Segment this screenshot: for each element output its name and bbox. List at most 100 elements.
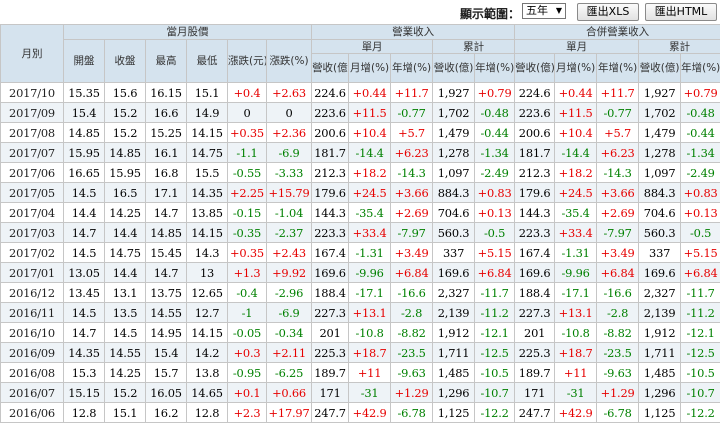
table-cell: 14.55 <box>146 303 187 323</box>
table-cell: +3.49 <box>391 243 433 263</box>
table-cell: +15.79 <box>267 183 312 203</box>
table-cell: -8.82 <box>597 323 639 343</box>
table-cell: 337 <box>433 243 475 263</box>
table-cell: 169.6 <box>312 263 349 283</box>
table-cell: +3.49 <box>597 243 639 263</box>
table-cell: 15.3 <box>64 363 105 383</box>
table-cell: 15.4 <box>146 343 187 363</box>
table-cell: +3.66 <box>391 183 433 203</box>
table-cell: 884.3 <box>433 183 475 203</box>
month-cell: 2017/10 <box>1 83 64 103</box>
table-cell: -23.5 <box>391 343 433 363</box>
table-cell: 14.85 <box>146 223 187 243</box>
table-row: 2017/0915.415.216.614.900223.6+11.5-0.77… <box>1 103 720 123</box>
table-cell: -9.96 <box>349 263 391 283</box>
table-cell: 15.2 <box>105 383 146 403</box>
month-cell: 2016/09 <box>1 343 64 363</box>
table-cell: 14.7 <box>146 203 187 223</box>
table-cell: -0.55 <box>228 163 267 183</box>
header-month: 月別 <box>1 25 64 83</box>
table-cell: 2,327 <box>433 283 475 303</box>
table-cell: 14.2 <box>187 343 228 363</box>
table-cell: +5.15 <box>475 243 515 263</box>
table-cell: 15.2 <box>105 123 146 143</box>
table-cell: 13.75 <box>146 283 187 303</box>
month-cell: 2016/11 <box>1 303 64 323</box>
table-cell: +6.23 <box>597 143 639 163</box>
table-cell: -6.78 <box>597 403 639 423</box>
table-cell: -2.49 <box>681 163 720 183</box>
export-xls-button[interactable]: 匯出XLS <box>577 3 639 21</box>
table-cell: 13.5 <box>105 303 146 323</box>
table-cell: -2.96 <box>267 283 312 303</box>
month-cell: 2017/01 <box>1 263 64 283</box>
range-label: 顯示範圍： <box>460 5 520 22</box>
table-cell: 13.1 <box>105 283 146 303</box>
table-cell: -9.96 <box>555 263 597 283</box>
month-cell: 2017/06 <box>1 163 64 183</box>
table-cell: 171 <box>312 383 349 403</box>
table-cell: 1,711 <box>639 343 681 363</box>
export-html-button[interactable]: 匯出HTML <box>645 3 717 21</box>
table-cell: -1.04 <box>267 203 312 223</box>
table-cell: 167.4 <box>312 243 349 263</box>
table-cell: 14.15 <box>187 323 228 343</box>
table-cell: +5.7 <box>597 123 639 143</box>
table-cell: 14.75 <box>105 243 146 263</box>
header-cumulative: 累計 <box>433 40 515 54</box>
table-cell: -12.2 <box>475 403 515 423</box>
table-cell: +3.66 <box>597 183 639 203</box>
table-cell: -16.6 <box>391 283 433 303</box>
table-cell: +24.5 <box>555 183 597 203</box>
table-cell: 14.9 <box>187 103 228 123</box>
header-c-cum-revenue: 營收(億) <box>639 54 681 83</box>
table-cell: +11 <box>349 363 391 383</box>
monthly-revenue-table: 月別 當月股價 營業收入 合併營業收入 開盤 收盤 最高 最低 漲跌(元) 漲跌… <box>0 24 720 423</box>
table-cell: -0.05 <box>228 323 267 343</box>
table-cell: +24.5 <box>349 183 391 203</box>
table-cell: 15.45 <box>146 243 187 263</box>
table-cell: 337 <box>639 243 681 263</box>
table-cell: 223.3 <box>515 223 555 243</box>
table-cell: -1.1 <box>228 143 267 163</box>
table-cell: 1,912 <box>433 323 475 343</box>
table-cell: +1.29 <box>391 383 433 403</box>
table-cell: 16.2 <box>146 403 187 423</box>
table-cell: 188.4 <box>515 283 555 303</box>
table-cell: -10.5 <box>475 363 515 383</box>
month-cell: 2016/12 <box>1 283 64 303</box>
table-cell: 1,711 <box>433 343 475 363</box>
table-cell: +11 <box>555 363 597 383</box>
table-cell: -14.3 <box>391 163 433 183</box>
table-cell: 13.8 <box>187 363 228 383</box>
table-cell: +18.7 <box>349 343 391 363</box>
table-cell: 14.15 <box>187 123 228 143</box>
table-cell: 1,296 <box>433 383 475 403</box>
table-cell: 15.95 <box>105 163 146 183</box>
header-c-cum-yoy: 年增(%) <box>681 54 720 83</box>
table-cell: 14.65 <box>187 383 228 403</box>
table-cell: +2.63 <box>267 83 312 103</box>
table-cell: +2.43 <box>267 243 312 263</box>
table-cell: 15.1 <box>187 83 228 103</box>
table-cell: 201 <box>312 323 349 343</box>
table-cell: -14.3 <box>597 163 639 183</box>
month-cell: 2017/04 <box>1 203 64 223</box>
table-row: 2017/0214.514.7515.4514.3+0.35+2.43167.4… <box>1 243 720 263</box>
month-cell: 2017/08 <box>1 123 64 143</box>
table-cell: -0.77 <box>597 103 639 123</box>
table-cell: +1.29 <box>597 383 639 403</box>
table-cell: -0.15 <box>228 203 267 223</box>
table-row: 2017/0414.414.2514.713.85-0.15-1.04144.3… <box>1 203 720 223</box>
table-cell: +6.23 <box>391 143 433 163</box>
table-cell: 14.85 <box>105 143 146 163</box>
table-cell: +0.83 <box>681 183 720 203</box>
table-cell: +13.1 <box>555 303 597 323</box>
table-cell: 225.3 <box>515 343 555 363</box>
table-cell: -10.8 <box>349 323 391 343</box>
month-cell: 2017/09 <box>1 103 64 123</box>
range-select[interactable]: 五年 ▼ <box>522 3 566 19</box>
table-cell: 1,702 <box>433 103 475 123</box>
table-cell: 144.3 <box>515 203 555 223</box>
table-cell: -0.48 <box>681 103 720 123</box>
